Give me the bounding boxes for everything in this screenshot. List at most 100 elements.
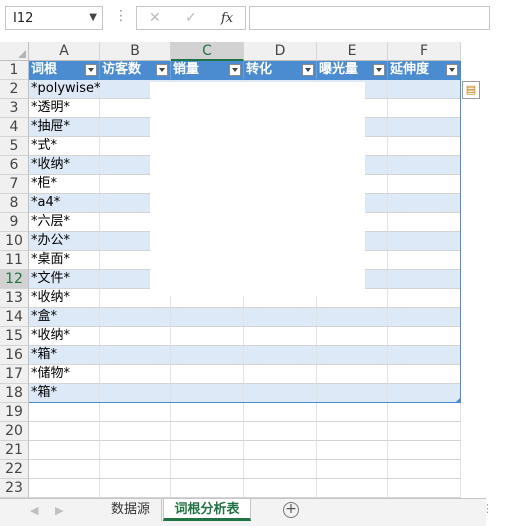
empty-cell[interactable] (29, 403, 100, 421)
cell-f[interactable] (388, 137, 461, 155)
column-header-c[interactable]: C (171, 42, 244, 61)
empty-cell[interactable] (29, 460, 100, 478)
cell-c[interactable] (171, 384, 244, 402)
cell-a[interactable]: *收纳* (29, 327, 100, 345)
formula-input[interactable] (249, 6, 490, 30)
name-box[interactable]: I12 ▼ (5, 6, 103, 30)
table-header-cell[interactable]: 延伸度 (388, 61, 461, 79)
filter-dropdown-icon[interactable] (229, 64, 241, 76)
cell-f[interactable] (388, 289, 461, 307)
cell-c[interactable] (171, 327, 244, 345)
insert-function-icon[interactable]: fx (221, 11, 233, 26)
cell-f[interactable] (388, 99, 461, 117)
filter-dropdown-icon[interactable] (302, 64, 314, 76)
cell-a[interactable]: *文件* (29, 270, 100, 288)
quick-analysis-icon[interactable]: ▤ (462, 81, 480, 99)
sheet-tab-source[interactable]: 数据源 (100, 499, 162, 521)
column-header-b[interactable]: B (100, 42, 171, 61)
empty-cell[interactable] (29, 479, 100, 497)
table-header-cell[interactable]: 词根 (29, 61, 100, 79)
empty-cell[interactable] (100, 403, 171, 421)
enter-icon[interactable]: ✓ (185, 10, 197, 26)
empty-cell[interactable] (100, 441, 171, 459)
row-header-3[interactable]: 3 (0, 99, 29, 118)
cell-a[interactable]: *储物* (29, 365, 100, 383)
row-header-1[interactable]: 1 (0, 61, 29, 80)
row-header-21[interactable]: 21 (0, 441, 29, 460)
cell-f[interactable] (388, 384, 461, 402)
cell-b[interactable] (100, 346, 171, 364)
row-header-8[interactable]: 8 (0, 194, 29, 213)
cancel-icon[interactable]: ✕ (149, 10, 161, 26)
row-header-23[interactable]: 23 (0, 479, 29, 498)
row-header-9[interactable]: 9 (0, 213, 29, 232)
more-options-icon[interactable]: ⋮ (114, 8, 128, 24)
cell-a[interactable]: *式* (29, 137, 100, 155)
empty-cell[interactable] (29, 441, 100, 459)
empty-cell[interactable] (317, 460, 388, 478)
table-resize-handle[interactable] (456, 398, 460, 402)
empty-cell[interactable] (388, 460, 461, 478)
cell-a[interactable]: *收纳* (29, 156, 100, 174)
empty-cell[interactable] (171, 441, 244, 459)
cell-f[interactable] (388, 308, 461, 326)
row-header-12[interactable]: 12 (0, 270, 29, 289)
empty-cell[interactable] (171, 422, 244, 440)
column-header-a[interactable]: A (29, 42, 100, 61)
cell-b[interactable] (100, 384, 171, 402)
cell-e[interactable] (317, 346, 388, 364)
row-header-15[interactable]: 15 (0, 327, 29, 346)
table-header-cell[interactable]: 曝光量 (317, 61, 388, 79)
empty-cell[interactable] (244, 403, 317, 421)
empty-cell[interactable] (388, 422, 461, 440)
cell-a[interactable]: *透明* (29, 99, 100, 117)
empty-cell[interactable] (317, 422, 388, 440)
cell-f[interactable] (388, 232, 461, 250)
filter-dropdown-icon[interactable] (373, 64, 385, 76)
empty-cell[interactable] (171, 479, 244, 497)
empty-cell[interactable] (244, 479, 317, 497)
empty-cell[interactable] (317, 441, 388, 459)
cell-c[interactable] (171, 308, 244, 326)
tab-bar-menu-icon[interactable]: ⋮ (482, 502, 493, 515)
sheet-tab-analysis[interactable]: 词根分析表 (163, 499, 251, 521)
row-header-19[interactable]: 19 (0, 403, 29, 422)
cell-a[interactable]: *办公* (29, 232, 100, 250)
row-header-4[interactable]: 4 (0, 118, 29, 137)
cell-f[interactable] (388, 80, 461, 98)
table-header-cell[interactable]: 销量 (171, 61, 244, 79)
select-all-button[interactable] (0, 42, 29, 61)
cell-a[interactable]: *a4* (29, 194, 100, 212)
cell-f[interactable] (388, 175, 461, 193)
cell-d[interactable] (244, 327, 317, 345)
cell-f[interactable] (388, 346, 461, 364)
empty-cell[interactable] (29, 422, 100, 440)
row-header-17[interactable]: 17 (0, 365, 29, 384)
cell-a[interactable]: *抽屉* (29, 118, 100, 136)
row-header-10[interactable]: 10 (0, 232, 29, 251)
cell-f[interactable] (388, 270, 461, 288)
row-header-22[interactable]: 22 (0, 460, 29, 479)
cell-a[interactable]: *收纳* (29, 289, 100, 307)
cell-d[interactable] (244, 384, 317, 402)
cell-d[interactable] (244, 308, 317, 326)
cell-f[interactable] (388, 365, 461, 383)
scroll-right-icon[interactable]: ▶ (55, 504, 63, 517)
empty-cell[interactable] (388, 479, 461, 497)
empty-cell[interactable] (171, 403, 244, 421)
empty-cell[interactable] (244, 422, 317, 440)
cell-a[interactable]: *桌面* (29, 251, 100, 269)
cell-a[interactable]: *箱* (29, 346, 100, 364)
row-header-2[interactable]: 2 (0, 80, 29, 99)
cell-a[interactable]: *盒* (29, 308, 100, 326)
row-header-16[interactable]: 16 (0, 346, 29, 365)
empty-cell[interactable] (171, 460, 244, 478)
filter-dropdown-icon[interactable] (85, 64, 97, 76)
cell-d[interactable] (244, 346, 317, 364)
scroll-left-icon[interactable]: ◀ (30, 504, 38, 517)
row-header-18[interactable]: 18 (0, 384, 29, 403)
cell-b[interactable] (100, 327, 171, 345)
column-header-e[interactable]: E (317, 42, 388, 61)
cell-e[interactable] (317, 327, 388, 345)
cell-a[interactable]: *箱* (29, 384, 100, 402)
